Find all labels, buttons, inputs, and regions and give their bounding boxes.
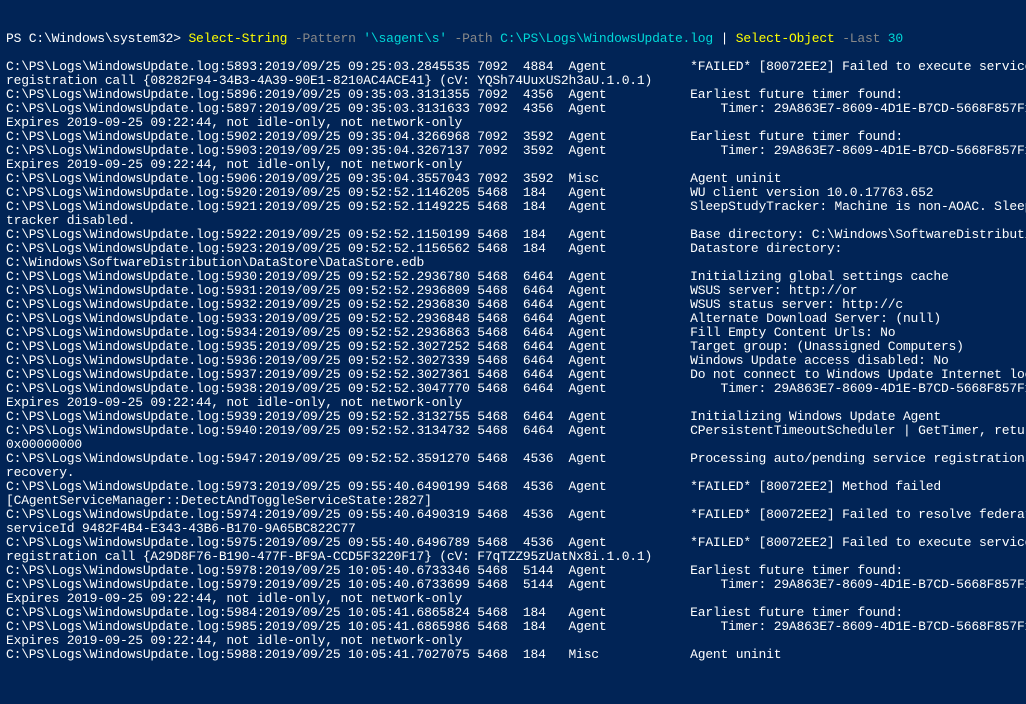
prompt-line: PS C:\Windows\system32> Select-String -P… bbox=[6, 31, 903, 46]
cmdlet-select-object: Select-Object bbox=[728, 31, 834, 46]
cmdlet-select-string: Select-String bbox=[188, 31, 287, 46]
terminal-output[interactable]: PS C:\Windows\system32> Select-String -P… bbox=[6, 32, 1020, 662]
param-last: -Last bbox=[835, 31, 881, 46]
ps-prefix: PS C:\Windows\system32> bbox=[6, 31, 188, 46]
path-value: C:\PS\Logs\WindowsUpdate.log bbox=[493, 31, 721, 46]
param-path: -Path bbox=[447, 31, 493, 46]
param-pattern: -Pattern bbox=[287, 31, 355, 46]
last-value: 30 bbox=[880, 31, 903, 46]
log-output-block: C:\PS\Logs\WindowsUpdate.log:5893:2019/0… bbox=[6, 46, 1020, 662]
pattern-value: '\sagent\s' bbox=[356, 31, 447, 46]
